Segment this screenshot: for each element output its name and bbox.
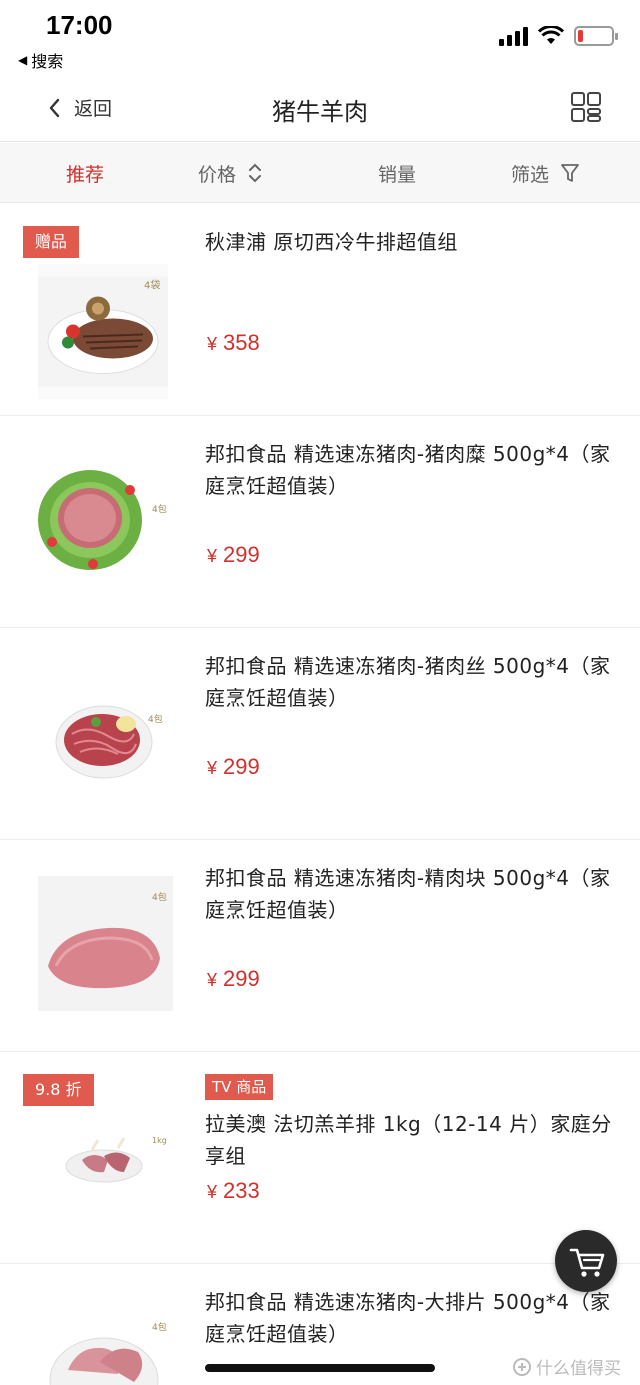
- sort-price-label: 价格: [198, 163, 237, 186]
- status-bar: 17:00 ◀ 搜索: [0, 0, 640, 76]
- price-value: 299: [223, 754, 260, 779]
- cellular-signal-icon: [499, 26, 528, 46]
- product-price: ¥299: [207, 754, 260, 780]
- product-thumbnail: 4包: [38, 664, 173, 799]
- shredded-pork-image: 4包: [38, 664, 173, 799]
- product-price: ¥233: [207, 1178, 260, 1204]
- thumb-pack-label: 4袋: [144, 279, 160, 292]
- page-title: 猪牛羊肉: [272, 98, 368, 126]
- currency-symbol: ¥: [207, 546, 218, 566]
- product-title: 拉美澳 法切羔羊排 1kg（12-14 片）家庭分享组: [205, 1112, 612, 1168]
- product-title: 秋津浦 原切西冷牛排超值组: [205, 230, 458, 254]
- discount-badge: 9.8 折: [23, 1074, 94, 1106]
- product-thumbnail: 1kg: [38, 1088, 173, 1223]
- thumb-pack-label: 4包: [148, 713, 163, 725]
- product-thumbnail: 4包: [38, 1300, 173, 1385]
- thumb-pack-label: 1kg: [152, 1136, 167, 1145]
- currency-symbol: ¥: [207, 1182, 218, 1202]
- steak-image: 4袋: [38, 276, 168, 387]
- sort-updown-icon: [249, 163, 262, 183]
- filter-funnel-icon: [561, 164, 579, 182]
- cart-icon: [569, 1248, 605, 1277]
- product-title: 邦扣食品 精选速冻猪肉-精肉块 500g*4（家庭烹饪超值装）: [205, 866, 611, 922]
- product-price: ¥299: [207, 966, 260, 992]
- thumb-pack-label: 4包: [152, 1321, 167, 1333]
- price-value: 299: [223, 966, 260, 991]
- grid-view-icon[interactable]: [570, 91, 602, 123]
- battery-icon: [574, 26, 618, 46]
- wifi-icon: [538, 26, 564, 44]
- watermark-text: 什么值得买: [536, 1359, 621, 1379]
- thumb-pack-label: 4包: [152, 891, 167, 903]
- filter-label: 筛选: [511, 163, 550, 186]
- sort-sales[interactable]: 销量: [378, 143, 416, 203]
- product-title: 邦扣食品 精选速冻猪肉-猪肉丝 500g*4（家庭烹饪超值装）: [205, 654, 611, 710]
- product-thumbnail: 4包: [38, 876, 173, 1011]
- price-value: 299: [223, 542, 260, 567]
- product-item[interactable]: 4包 邦扣食品 精选速冻猪肉-猪肉丝 500g*4（家庭烹饪超值装） ¥299: [0, 628, 640, 840]
- product-title: 邦扣食品 精选速冻猪肉-大排片 500g*4（家庭烹饪超值装）: [205, 1290, 611, 1346]
- home-indicator[interactable]: [205, 1364, 435, 1372]
- smzdm-logo-icon: [513, 1357, 531, 1376]
- price-value: 233: [223, 1178, 260, 1203]
- filter-button[interactable]: 筛选: [511, 143, 579, 203]
- back-app-label: 搜索: [31, 52, 64, 71]
- watermark: 什么值得买: [512, 1354, 621, 1379]
- sort-price[interactable]: 价格: [198, 143, 262, 203]
- tv-product-tag: TV 商品: [205, 1074, 274, 1100]
- product-thumbnail: 4袋: [38, 264, 168, 399]
- product-price: ¥299: [207, 542, 260, 568]
- promo-badge: 赠品: [23, 226, 80, 258]
- back-triangle-icon: ◀: [18, 53, 28, 67]
- status-time: 17:00: [46, 10, 113, 40]
- lean-pork-image: 4包: [38, 876, 173, 1011]
- lamb-chops-image: 1kg: [38, 1088, 173, 1223]
- nav-header: 返回 猪牛羊肉: [0, 76, 640, 142]
- sort-recommend-label: 推荐: [66, 163, 105, 186]
- product-item[interactable]: 1kg 9.8 折 TV 商品 拉美澳 法切羔羊排 1kg（12-14 片）家庭…: [0, 1052, 640, 1264]
- status-icons: [499, 26, 618, 46]
- product-item[interactable]: 4包 邦扣食品 精选速冻猪肉-精肉块 500g*4（家庭烹饪超值装） ¥299: [0, 840, 640, 1052]
- pork-chop-image: 4包: [38, 1300, 173, 1385]
- currency-symbol: ¥: [207, 970, 218, 990]
- currency-symbol: ¥: [207, 758, 218, 778]
- product-thumbnail: 4包: [38, 452, 173, 587]
- product-item[interactable]: 4袋 赠品 秋津浦 原切西冷牛排超值组 ¥358: [0, 204, 640, 416]
- product-item[interactable]: 4包 邦扣食品 精选速冻猪肉-猪肉糜 500g*4（家庭烹饪超值装） ¥299: [0, 416, 640, 628]
- sort-recommend[interactable]: 推荐: [66, 143, 104, 203]
- sort-sales-label: 销量: [378, 163, 417, 186]
- cart-button[interactable]: [555, 1230, 617, 1292]
- sort-bar: 推荐 价格 销量 筛选: [0, 143, 640, 203]
- currency-symbol: ¥: [207, 334, 218, 354]
- product-price: ¥358: [207, 330, 260, 356]
- product-title: 邦扣食品 精选速冻猪肉-猪肉糜 500g*4（家庭烹饪超值装）: [205, 442, 611, 498]
- back-to-app[interactable]: ◀ 搜索: [18, 48, 63, 72]
- minced-pork-image: 4包: [38, 452, 173, 587]
- thumb-pack-label: 4包: [152, 503, 167, 515]
- price-value: 358: [223, 330, 260, 355]
